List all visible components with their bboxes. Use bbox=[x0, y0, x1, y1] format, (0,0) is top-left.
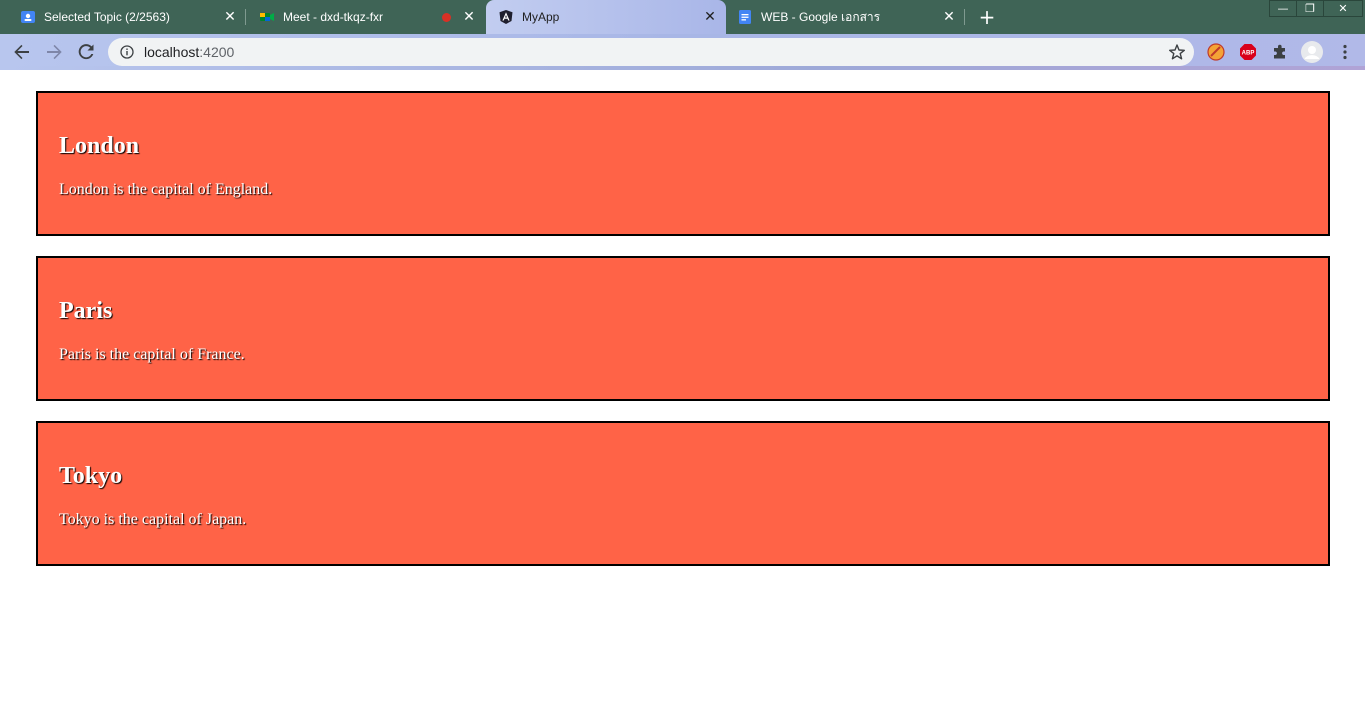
tab-separator bbox=[964, 9, 965, 25]
city-card-tokyo: Tokyo Tokyo is the capital of Japan. bbox=[36, 421, 1330, 566]
avatar[interactable] bbox=[1300, 40, 1324, 64]
close-icon[interactable]: ✕ bbox=[702, 9, 718, 25]
city-description: Tokyo is the capital of Japan. bbox=[59, 511, 247, 528]
browser-toolbar: localhost:4200 ABP bbox=[0, 34, 1365, 70]
tab-title: MyApp bbox=[522, 10, 560, 24]
close-window-button[interactable]: ✕ bbox=[1323, 0, 1363, 17]
tab-meet[interactable]: Meet - dxd-tkqz-fxr ✕ bbox=[247, 0, 485, 34]
city-description: London is the capital of England. bbox=[59, 181, 273, 198]
city-description: Paris is the capital of France. bbox=[59, 346, 245, 363]
tab-selected-topic[interactable]: Selected Topic (2/2563) ✕ bbox=[0, 0, 246, 34]
url-host: localhost bbox=[144, 44, 200, 60]
back-button[interactable] bbox=[10, 40, 34, 64]
kebab-menu-icon[interactable] bbox=[1335, 42, 1355, 62]
info-icon[interactable] bbox=[120, 45, 134, 59]
docs-icon bbox=[737, 9, 753, 25]
toolbar-divider bbox=[0, 66, 1365, 70]
classroom-icon bbox=[20, 9, 36, 25]
arrow-left-icon bbox=[14, 44, 29, 60]
url-port: :4200 bbox=[199, 44, 235, 60]
adblock-icon[interactable]: ABP bbox=[1238, 42, 1258, 62]
close-icon: ✕ bbox=[1338, 2, 1348, 15]
angular-icon bbox=[498, 9, 514, 25]
reload-icon bbox=[78, 44, 94, 60]
forward-button[interactable] bbox=[42, 40, 66, 64]
address-bar[interactable]: localhost:4200 bbox=[108, 38, 1194, 66]
reload-button[interactable] bbox=[74, 40, 98, 64]
meet-icon bbox=[259, 9, 275, 25]
restore-button[interactable]: ❐ bbox=[1296, 0, 1324, 17]
tab-strip: Selected Topic (2/2563) ✕ Meet - dxd-tkq… bbox=[0, 0, 1365, 34]
tab-title: Meet - dxd-tkqz-fxr bbox=[283, 10, 384, 24]
close-icon[interactable]: ✕ bbox=[461, 9, 477, 25]
restore-icon: ❐ bbox=[1305, 2, 1315, 15]
city-name: Paris bbox=[59, 298, 113, 324]
city-card-paris: Paris Paris is the capital of France. bbox=[36, 256, 1330, 401]
tab-title: Selected Topic (2/2563) bbox=[44, 10, 170, 24]
city-name: Tokyo bbox=[59, 463, 123, 489]
new-tab-button[interactable]: + bbox=[975, 5, 999, 29]
close-icon[interactable]: ✕ bbox=[941, 9, 957, 25]
tab-title: WEB - Google เอกสาร bbox=[761, 9, 881, 24]
bookmark-star-icon[interactable] bbox=[1168, 43, 1186, 61]
recording-icon bbox=[442, 12, 451, 22]
city-name: London bbox=[59, 133, 140, 159]
svg-text:ABP: ABP bbox=[1242, 51, 1255, 57]
arrow-right-icon bbox=[47, 44, 62, 60]
tab-separator bbox=[245, 9, 246, 25]
close-icon[interactable]: ✕ bbox=[222, 9, 238, 25]
puzzle-icon[interactable] bbox=[1270, 42, 1290, 62]
extension-orange-icon[interactable] bbox=[1206, 42, 1226, 62]
tab-myapp[interactable]: MyApp ✕ bbox=[486, 0, 726, 34]
city-card-london: London London is the capital of England. bbox=[36, 91, 1330, 236]
minimize-icon: — bbox=[1277, 2, 1289, 15]
minimize-button[interactable]: — bbox=[1269, 0, 1297, 17]
tab-google-docs[interactable]: WEB - Google เอกสาร ✕ bbox=[727, 0, 965, 34]
